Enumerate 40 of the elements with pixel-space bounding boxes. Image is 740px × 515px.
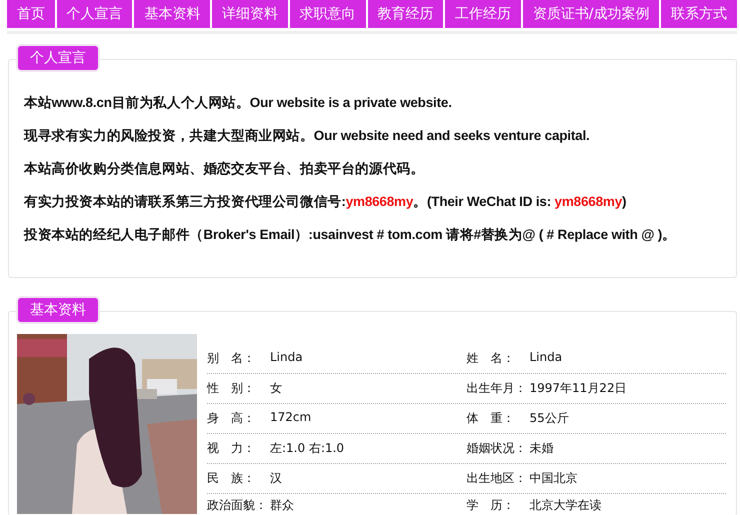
field-value: 未婚 — [530, 440, 554, 457]
statement-text: 投资本站的经纪人电子邮件（Broker's Email）:usainvest # tom.com 请将#替换为@ ( # Replace with @ )。 — [24, 226, 677, 244]
field-label: 别 名： — [207, 350, 256, 367]
nav-tab[interactable]: 教育经历 — [368, 0, 444, 28]
field-value: Linda — [530, 350, 562, 366]
field-value: 1997年11月22日 — [530, 380, 627, 397]
nav-tab[interactable]: 基本资料 — [134, 0, 210, 28]
field-label: 政治面貌： — [207, 496, 268, 514]
nav-tab[interactable]: 资质证书/成功案例 — [522, 0, 660, 28]
nav-tab[interactable]: 工作经历 — [445, 0, 521, 28]
section-title: 基本资料 — [18, 298, 98, 322]
field-value: 左:1.0 右:1.0 — [270, 440, 344, 457]
nav-tab[interactable]: 个人宣言 — [56, 0, 132, 28]
field-value: 172cm — [270, 410, 312, 426]
field-value: 55公斤 — [530, 410, 569, 427]
field-label: 学 历： — [466, 496, 516, 514]
field-value: 群众 — [270, 496, 294, 514]
nav-tab[interactable]: 求职意向 — [290, 0, 366, 28]
field-label: 姓 名： — [466, 350, 516, 367]
nav-tab[interactable]: 首页 — [7, 0, 55, 28]
field-value: 汉 — [270, 470, 282, 487]
statement-text: 本站高价收购分类信息网站、婚恋交友平台、拍卖平台的源代码。 — [24, 160, 426, 178]
field-value: Linda — [270, 350, 303, 366]
field-label: 身 高： — [207, 410, 256, 427]
field-label: 视 力： — [207, 440, 256, 457]
statement-text: 本站www.8.cn目前为私人个人网站。Our website is a private website. — [24, 94, 453, 112]
field-label: 出生地区： — [466, 470, 528, 487]
field-value: 女 — [270, 380, 282, 397]
field-label: 民 族： — [207, 470, 256, 487]
field-value: 北京大学在读 — [530, 496, 602, 514]
field-label: 体 重： — [466, 410, 516, 427]
nav-tab[interactable]: 详细资料 — [212, 0, 288, 28]
field-label: 性 别： — [207, 380, 256, 397]
nav-tab[interactable]: 联系方式 — [661, 0, 738, 28]
statement-text: 现寻求有实力的风险投资，共建大型商业网站。Our website need and seeks venture capital. — [24, 127, 591, 145]
field-label: 婚姻状况： — [466, 440, 528, 457]
statement-text: 有实力投资本站的请联系第三方投资代理公司微信号:ym8668my。(Their WeChat ID is: ym8668my) — [24, 193, 628, 211]
section-title: 个人宣言 — [18, 46, 98, 70]
field-label: 出生年月： — [466, 380, 528, 397]
field-value: 中国北京 — [530, 470, 578, 487]
